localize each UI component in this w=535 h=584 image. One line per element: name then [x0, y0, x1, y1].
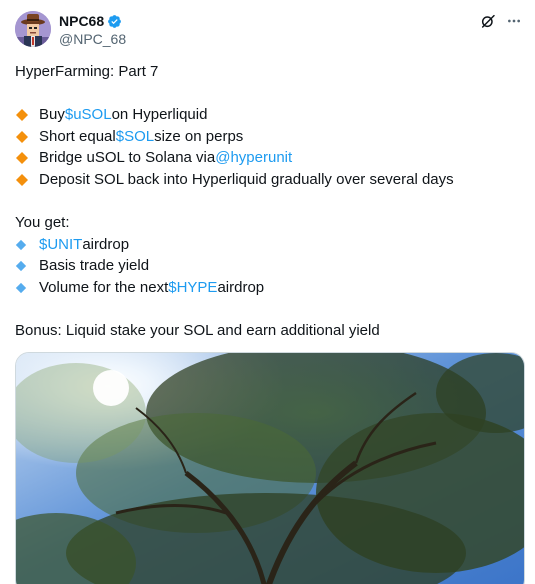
- step-link[interactable]: $SOL: [116, 126, 154, 148]
- author-display-name[interactable]: NPC68: [59, 12, 104, 30]
- author-name-row: NPC68: [59, 12, 122, 30]
- step-text-pre: Short equal: [39, 127, 116, 145]
- tweet-actions-top: [479, 12, 523, 30]
- step-text-pre: Bridge uSOL to Solana via: [39, 149, 216, 167]
- step-item: Buy $uSOL on Hyperliquid: [15, 104, 520, 126]
- benefit-text-pre: Volume for the next: [39, 278, 169, 296]
- orange-diamond-icon: [15, 104, 33, 126]
- grok-icon[interactable]: [479, 12, 497, 30]
- tweet: NPC68 @NPC_68 HyperFarming: Part 7 Buy $…: [0, 0, 535, 584]
- avatar-icon: [15, 11, 51, 47]
- cashtag-link[interactable]: $UNIT: [39, 234, 82, 256]
- blue-diamond-icon: [15, 277, 33, 299]
- cashtag-link[interactable]: $HYPE: [168, 277, 217, 299]
- avatar[interactable]: [15, 11, 51, 47]
- benefit-item: Basis trade yield: [15, 255, 520, 277]
- benefit-text-pre: Basis trade yield: [39, 257, 150, 275]
- benefit-item: $UNIT airdrop: [15, 234, 520, 256]
- orange-diamond-icon: [15, 147, 33, 169]
- benefit-text-post: airdrop: [217, 278, 265, 296]
- mention-link[interactable]: @hyperunit: [215, 147, 292, 169]
- step-text-pre: Buy: [39, 106, 65, 124]
- step-text-pre: Deposit SOL back into Hyperliquid gradua…: [39, 170, 454, 188]
- blue-diamond-icon: [15, 255, 33, 277]
- step-text-post: size on perps: [154, 127, 244, 145]
- tweet-text: HyperFarming: Part 7 Buy $uSOL on Hyperl…: [15, 61, 520, 342]
- verified-badge-icon: [107, 14, 122, 29]
- you-get-label: You get:: [15, 214, 70, 232]
- step-item: Bridge uSOL to Solana via @hyperunit: [15, 147, 520, 169]
- orange-diamond-icon: [15, 169, 33, 191]
- step-item: Short equal $SOL size on perps: [15, 126, 520, 148]
- blue-diamond-icon: [15, 234, 33, 256]
- tweet-title: HyperFarming: Part 7: [15, 63, 159, 80]
- benefit-item: Volume for the next $HYPE airdrop: [15, 277, 520, 299]
- step-text-post: on Hyperliquid: [111, 106, 208, 124]
- step-item: Deposit SOL back into Hyperliquid gradua…: [15, 169, 520, 191]
- more-options-icon[interactable]: [505, 12, 523, 30]
- benefit-text-post: airdrop: [82, 235, 130, 253]
- photo-trees-sky: [16, 353, 524, 584]
- tweet-media-image[interactable]: [15, 352, 525, 584]
- orange-diamond-icon: [15, 126, 33, 148]
- step-link[interactable]: $uSOL: [65, 104, 112, 126]
- author-handle[interactable]: @NPC_68: [59, 31, 126, 47]
- bonus-text: Bonus: Liquid stake your SOL and earn ad…: [15, 322, 380, 340]
